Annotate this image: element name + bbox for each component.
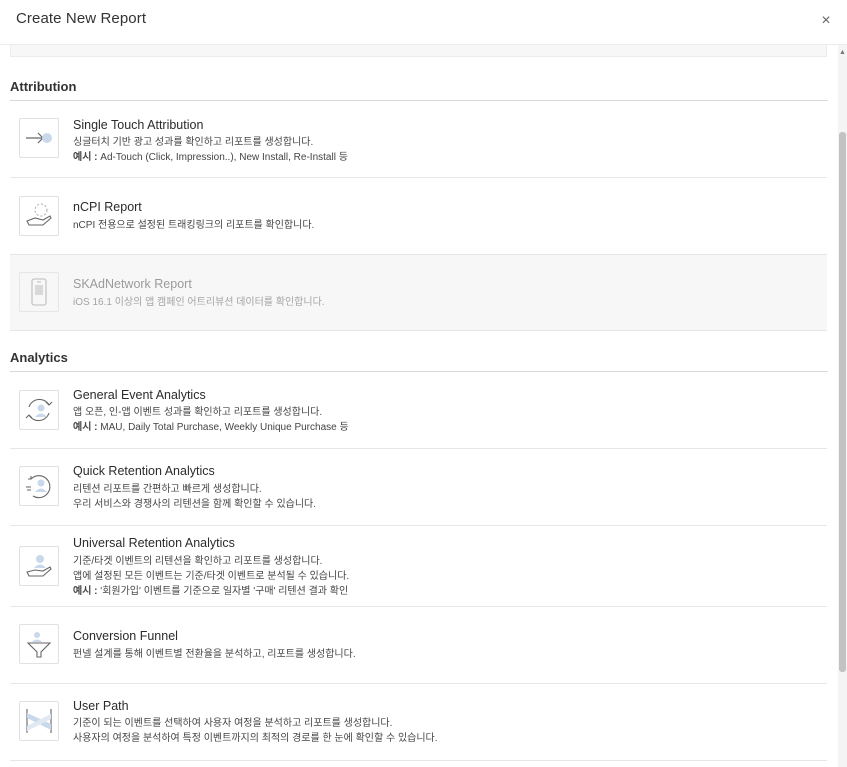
close-icon[interactable]: ×	[819, 13, 833, 29]
description-line: 사용자의 여정을 분석하여 특정 이벤트까지의 최적의 경로를 한 눈에 확인할…	[73, 733, 438, 744]
phone-icon	[19, 272, 59, 312]
modal-header: Create New Report ×	[0, 0, 847, 45]
report-item-general-event-analytics[interactable]: General Event Analytics 앱 오픈, 인-앱 이벤트 성과…	[10, 372, 827, 449]
report-description: 기준이 되는 이벤트를 선택하여 사용자 여정을 분석하고 리포트를 생성합니다…	[73, 716, 438, 746]
report-description: 리텐션 리포트를 간편하고 빠르게 생성합니다. 우리 서비스와 경쟁사의 리텐…	[73, 482, 316, 512]
report-item-ncpi[interactable]: nCPI Report nCPI 전용으로 설정된 트래킹링크의 리포트를 확인…	[10, 178, 827, 255]
report-description: 기준/타겟 이벤트의 리텐션을 확인하고 리포트를 생성합니다. 앱에 설정된 …	[73, 554, 349, 599]
report-name: General Event Analytics	[73, 388, 206, 402]
report-description: 펀넬 설계를 통해 이벤트별 전환율을 분석하고, 리포트를 생성합니다.	[73, 647, 356, 662]
report-name: SKAdNetwork Report	[73, 277, 192, 291]
scrollbar-thumb[interactable]	[839, 132, 846, 672]
description-example: 예시 : MAU, Daily Total Purchase, Weekly U…	[73, 420, 349, 435]
funnel-icon	[19, 624, 59, 664]
description-line: 앱에 설정된 모든 이벤트는 기준/타겟 이벤트로 분석될 수 있습니다.	[73, 571, 350, 582]
example-text: MAU, Daily Total Purchase, Weekly Unique…	[100, 422, 349, 433]
report-item-single-touch-attribution[interactable]: Single Touch Attribution 싱글터치 기반 광고 성과를 …	[10, 101, 827, 178]
example-text: '회원가입' 이벤트를 기준으로 일자별 '구매' 리텐션 결과 확인	[100, 586, 349, 597]
report-item-quick-retention-analytics[interactable]: Quick Retention Analytics 리텐션 리포트를 간편하고 …	[10, 449, 827, 526]
report-item-skadnetwork: SKAdNetwork Report iOS 16.1 이상의 앱 캠페인 어트…	[10, 255, 827, 331]
report-description: 앱 오픈, 인-앱 이벤트 성과를 확인하고 리포트를 생성합니다. 예시 : …	[73, 405, 349, 435]
report-item-conversion-funnel[interactable]: Conversion Funnel 펀넬 설계를 통해 이벤트별 전환율을 분석…	[10, 607, 827, 684]
scroll-up-arrow-icon[interactable]: ▲	[839, 49, 846, 57]
report-name: Universal Retention Analytics	[73, 536, 235, 550]
description-line: 우리 서비스와 경쟁사의 리텐션을 함께 확인할 수 있습니다.	[73, 499, 317, 510]
modal-title: Create New Report	[16, 10, 147, 27]
report-name: Single Touch Attribution	[73, 118, 204, 132]
description-line: 리텐션 리포트를 간편하고 빠르게 생성합니다.	[73, 484, 262, 495]
description-example: 예시 : Ad-Touch (Click, Impression..), New…	[73, 150, 348, 165]
report-name: Quick Retention Analytics	[73, 464, 215, 478]
section-title-attribution: Attribution	[10, 79, 77, 94]
report-item-universal-retention-analytics[interactable]: Universal Retention Analytics 기준/타겟 이벤트의…	[10, 526, 827, 607]
example-text: Ad-Touch (Click, Impression..), New Inst…	[100, 152, 348, 163]
description-line: 기준이 되는 이벤트를 선택하여 사용자 여정을 분석하고 리포트를 생성합니다…	[73, 718, 393, 729]
description-line: iOS 16.1 이상의 앱 캠페인 어트리뷰션 데이터를 확인합니다.	[73, 297, 325, 308]
description-line: 앱 오픈, 인-앱 이벤트 성과를 확인하고 리포트를 생성합니다.	[73, 407, 323, 418]
path-flow-icon	[19, 701, 59, 741]
report-description: nCPI 전용으로 설정된 트래킹링크의 리포트를 확인합니다.	[73, 218, 314, 233]
report-item-user-path[interactable]: User Path 기준이 되는 이벤트를 선택하여 사용자 여정을 분석하고 …	[10, 684, 827, 761]
hand-coin-icon	[19, 196, 59, 236]
description-line: 기준/타겟 이벤트의 리텐션을 확인하고 리포트를 생성합니다.	[73, 556, 323, 567]
description-line: 펀넬 설계를 통해 이벤트별 전환율을 분석하고, 리포트를 생성합니다.	[73, 649, 356, 660]
example-label: 예시 :	[73, 152, 101, 163]
user-hand-icon	[19, 546, 59, 586]
description-line: nCPI 전용으로 설정된 트래킹링크의 리포트를 확인합니다.	[73, 220, 315, 231]
report-name: Conversion Funnel	[73, 629, 178, 643]
top-strip	[10, 45, 827, 57]
example-label: 예시 :	[73, 586, 101, 597]
section-title-analytics: Analytics	[10, 350, 68, 365]
example-label: 예시 :	[73, 422, 101, 433]
description-example: 예시 : '회원가입' 이벤트를 기준으로 일자별 '구매' 리텐션 결과 확인	[73, 584, 349, 599]
report-name: User Path	[73, 699, 129, 713]
report-description: iOS 16.1 이상의 앱 캠페인 어트리뷰션 데이터를 확인합니다.	[73, 295, 325, 310]
description-line: 싱글터치 기반 광고 성과를 확인하고 리포트를 생성합니다.	[73, 137, 314, 148]
report-description: 싱글터치 기반 광고 성과를 확인하고 리포트를 생성합니다. 예시 : Ad-…	[73, 135, 348, 165]
report-name: nCPI Report	[73, 200, 142, 214]
report-list: Attribution Single Touch Attribution 싱글터…	[0, 57, 838, 767]
arrow-to-dot-icon	[19, 118, 59, 158]
user-refresh-icon	[19, 466, 59, 506]
user-cycle-icon	[19, 390, 59, 430]
